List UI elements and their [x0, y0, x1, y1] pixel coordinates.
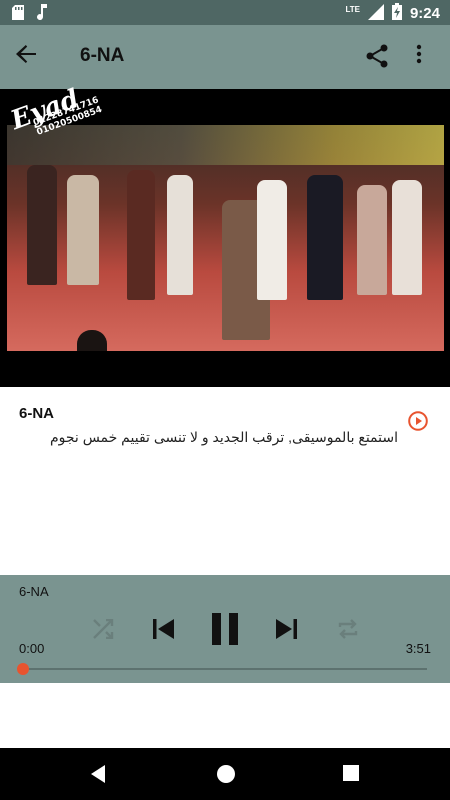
share-button[interactable] — [366, 44, 392, 70]
network-type: LTE — [345, 4, 360, 14]
video-background — [7, 125, 444, 165]
video-figure — [27, 165, 57, 285]
video-figure — [167, 175, 193, 295]
next-button[interactable] — [274, 617, 298, 646]
shuffle-icon — [93, 618, 114, 640]
empty-area — [0, 683, 450, 748]
seek-thumb[interactable] — [17, 663, 29, 675]
video-player[interactable]: Eyad 01228741716 01020500854 — [0, 84, 450, 387]
music-note-icon — [36, 4, 48, 25]
sd-card-icon — [12, 4, 24, 25]
play-track-button[interactable] — [408, 411, 428, 431]
video-figure — [392, 180, 422, 295]
app-bar: 6-NA — [0, 25, 450, 89]
home-nav-button[interactable] — [216, 764, 236, 789]
nav-recents-icon — [343, 765, 359, 781]
skip-previous-icon — [153, 619, 174, 639]
arrow-back-icon — [16, 45, 36, 63]
previous-button[interactable] — [152, 617, 176, 646]
track-title: 6-NA — [19, 405, 55, 422]
skip-next-icon — [276, 619, 297, 639]
video-figure — [127, 170, 155, 300]
track-description: استمتع بالموسيقى, ترقب الجديد و لا تنسى … — [49, 429, 398, 445]
nav-home-icon — [217, 765, 235, 783]
recents-nav-button[interactable] — [342, 764, 360, 787]
overflow-menu-button[interactable] — [416, 44, 436, 70]
nav-back-icon — [91, 765, 105, 783]
battery-charging-icon — [391, 3, 402, 25]
repeat-icon — [338, 619, 358, 639]
page-title: 6-NA — [80, 45, 125, 66]
navigation-bar — [0, 748, 450, 800]
status-bar: LTE 9:24 — [0, 0, 450, 25]
player-track-title: 6-NA — [19, 584, 49, 599]
share-icon — [366, 44, 388, 68]
status-time: 9:24 — [409, 5, 440, 22]
seek-bar[interactable] — [23, 668, 427, 670]
shuffle-button[interactable] — [92, 618, 114, 644]
video-watermark: Eyad 01228741716 01020500854 — [7, 84, 104, 138]
current-time: 0:00 — [19, 641, 45, 656]
more-vert-icon — [416, 44, 422, 64]
track-info-panel: 6-NA استمتع بالموسيقى, ترقب الجديد و لا … — [0, 387, 450, 575]
video-frame[interactable] — [7, 125, 444, 351]
total-time: 3:51 — [405, 641, 431, 656]
pause-icon — [212, 613, 238, 645]
repeat-button[interactable] — [337, 618, 359, 645]
video-figure — [67, 175, 99, 285]
play-circle-icon — [408, 411, 428, 431]
mini-player: 6-NA 0:00 3:51 — [0, 575, 450, 683]
signal-icon — [367, 3, 384, 25]
video-figure — [357, 185, 387, 295]
back-nav-button[interactable] — [89, 764, 107, 789]
back-button[interactable] — [16, 45, 44, 69]
video-figure — [307, 175, 343, 300]
video-figure — [77, 330, 107, 351]
pause-button[interactable] — [210, 613, 240, 650]
video-figure — [257, 180, 287, 300]
